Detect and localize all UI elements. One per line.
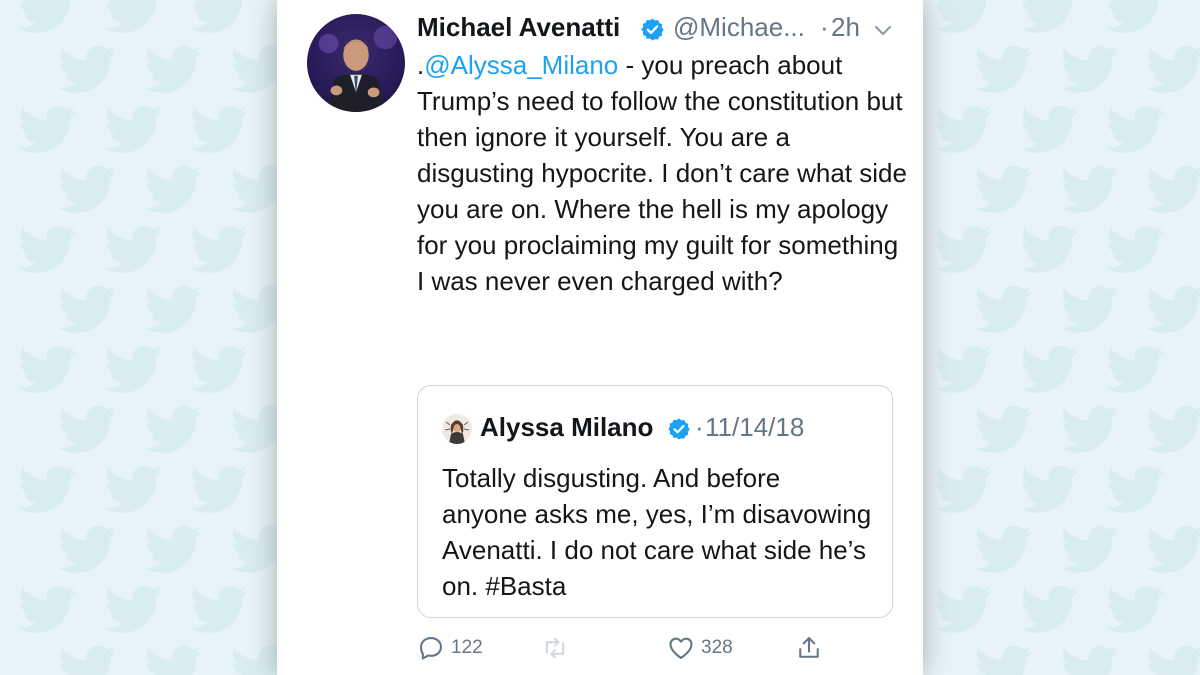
twitter-bird-icon [1100, 460, 1172, 518]
quoted-tweet-text: Totally disgusting. And before anyone as… [442, 463, 872, 601]
quoted-author-name[interactable]: Alyssa Milano [480, 412, 653, 443]
twitter-bird-icon [12, 340, 84, 398]
verified-badge-icon [667, 417, 691, 441]
twitter-bird-icon [98, 580, 170, 638]
twitter-bird-icon [928, 0, 1000, 38]
share-icon [795, 634, 823, 662]
twitter-bird-icon [1100, 0, 1172, 38]
twitter-bird-icon [1140, 640, 1200, 675]
reply-icon [417, 634, 445, 662]
twitter-bird-icon [968, 520, 1040, 578]
twitter-bird-icon [1140, 280, 1200, 338]
like-count: 328 [701, 637, 733, 658]
twitter-bird-icon [52, 280, 124, 338]
separator-dot: · [820, 12, 829, 42]
twitter-bird-icon [1014, 0, 1086, 38]
twitter-bird-icon [928, 460, 1000, 518]
tweet-actions: 122 328 [417, 628, 891, 668]
twitter-bird-icon [184, 0, 256, 38]
twitter-bird-icon [184, 220, 256, 278]
twitter-bird-icon [12, 0, 84, 38]
twitter-bird-icon [968, 400, 1040, 458]
twitter-bird-icon [184, 460, 256, 518]
twitter-bird-icon [98, 460, 170, 518]
twitter-bird-icon [98, 220, 170, 278]
verified-badge-icon [640, 17, 665, 42]
twitter-bird-icon [12, 100, 84, 158]
twitter-bird-icon [928, 580, 1000, 638]
author-avatar-image [318, 25, 398, 112]
tweet-header: Michael Avenatti @Michae... · 2h [417, 8, 905, 48]
twitter-bird-icon [138, 160, 210, 218]
twitter-bird-icon [968, 40, 1040, 98]
twitter-bird-icon [12, 460, 84, 518]
twitter-bird-icon [1140, 400, 1200, 458]
retweet-icon [541, 634, 569, 662]
twitter-bird-icon [12, 580, 84, 638]
separator-dot: · [695, 412, 704, 442]
reply-button[interactable]: 122 [417, 628, 483, 668]
quoted-author-avatar-image [444, 420, 470, 444]
chevron-down-icon[interactable] [871, 18, 895, 42]
quoted-author-avatar[interactable] [442, 414, 472, 444]
twitter-bird-icon [138, 520, 210, 578]
twitter-bird-icon [52, 640, 124, 675]
quoted-tweet-date[interactable]: 11/14/18 [705, 412, 804, 443]
twitter-bird-icon [1054, 520, 1126, 578]
tweet-text: .@Alyssa_Milano - you preach about Trump… [417, 47, 907, 299]
twitter-bird-icon [98, 340, 170, 398]
like-button[interactable]: 328 [667, 628, 733, 668]
twitter-bird-icon [98, 100, 170, 158]
like-icon [667, 634, 695, 662]
twitter-bird-icon [928, 100, 1000, 158]
tweet-body: - you preach about Trump’s need to follo… [417, 50, 907, 296]
author-avatar[interactable] [307, 14, 405, 112]
author-handle[interactable]: @Michae... [673, 12, 805, 43]
twitter-bird-icon [138, 640, 210, 675]
twitter-bird-icon [1014, 220, 1086, 278]
twitter-bird-icon [52, 160, 124, 218]
twitter-bird-icon [138, 40, 210, 98]
twitter-bird-icon [52, 400, 124, 458]
twitter-bird-icon [1140, 160, 1200, 218]
twitter-bird-icon [968, 160, 1040, 218]
twitter-bird-icon [1054, 40, 1126, 98]
twitter-bird-icon [1014, 340, 1086, 398]
twitter-bird-icon [138, 400, 210, 458]
twitter-bird-icon [12, 220, 84, 278]
tweet-timestamp[interactable]: 2h [831, 12, 860, 43]
twitter-bird-icon [1054, 160, 1126, 218]
twitter-bird-icon [968, 280, 1040, 338]
twitter-bird-icon [1054, 640, 1126, 675]
quoted-tweet[interactable]: Alyssa Milano · 11/14/18 Totally disgust… [417, 385, 893, 618]
tweet-card[interactable]: Michael Avenatti @Michae... · 2h .@Alyss… [277, 0, 923, 675]
twitter-bird-icon [1014, 580, 1086, 638]
twitter-bird-icon [1100, 340, 1172, 398]
twitter-bird-icon [1140, 520, 1200, 578]
twitter-bird-icon [1100, 580, 1172, 638]
reply-count: 122 [451, 637, 483, 658]
twitter-bird-icon [928, 220, 1000, 278]
twitter-bird-icon [52, 40, 124, 98]
twitter-bird-icon [138, 280, 210, 338]
twitter-bird-icon [52, 520, 124, 578]
twitter-bird-icon [928, 340, 1000, 398]
twitter-bird-icon [1054, 400, 1126, 458]
twitter-bird-icon [98, 0, 170, 38]
twitter-bird-icon [1054, 280, 1126, 338]
twitter-bird-icon [1140, 40, 1200, 98]
author-name[interactable]: Michael Avenatti [417, 12, 620, 43]
twitter-bird-icon [1100, 220, 1172, 278]
twitter-bird-icon [1100, 100, 1172, 158]
share-button[interactable] [795, 628, 823, 668]
mention-link[interactable]: @Alyssa_Milano [424, 50, 618, 80]
twitter-bird-icon [184, 100, 256, 158]
twitter-bird-icon [968, 640, 1040, 675]
twitter-bird-icon [184, 340, 256, 398]
twitter-bird-icon [184, 580, 256, 638]
twitter-bird-icon [1014, 460, 1086, 518]
twitter-bird-icon [1014, 100, 1086, 158]
retweet-button[interactable] [541, 628, 575, 668]
